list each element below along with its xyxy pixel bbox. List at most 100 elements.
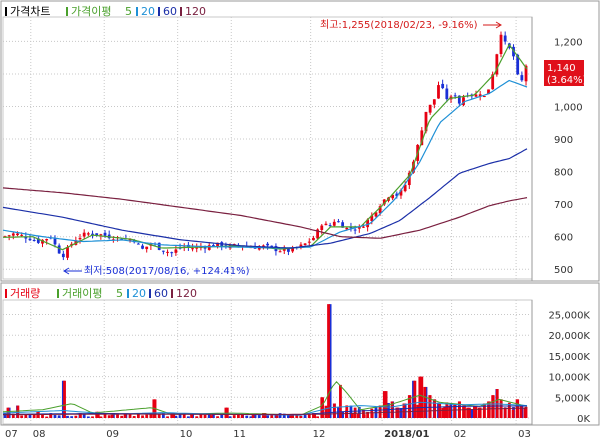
candle-down [32, 240, 36, 242]
candle-down [287, 248, 290, 252]
candle-down [28, 238, 32, 241]
volume-ma120-legend-marker [171, 289, 173, 298]
volume-legend-title: 거래량 [10, 287, 40, 300]
price-ma60-legend-marker [158, 7, 160, 16]
volume-tick-label: 5,000K [555, 393, 591, 404]
volume-bar-down [186, 416, 190, 418]
volume-bar-spike [413, 380, 417, 418]
volume-ma20-legend: 20 [132, 287, 146, 300]
volume-bar-down [28, 414, 32, 418]
candle-up [82, 232, 86, 237]
volume-plot-area [2, 299, 533, 425]
candle-up [45, 238, 49, 241]
candle-up [11, 233, 15, 236]
candle-up [145, 246, 149, 250]
candle-up [66, 246, 69, 258]
volume-bar-spike [362, 414, 366, 418]
volume-bar-spike [503, 407, 507, 418]
candle-up [345, 227, 349, 230]
candle-down [203, 247, 207, 249]
candle-down [141, 245, 144, 249]
candle-up [99, 234, 103, 236]
candle-up [312, 237, 315, 241]
volume-bar-spike [327, 304, 330, 418]
volume-bar-spike [473, 405, 476, 418]
candle-up [428, 104, 432, 113]
volume-tick-label: 0K [577, 414, 590, 425]
candle-down [61, 253, 65, 258]
price-legend: 가격차트 가격이평 5 20 60 120 [5, 5, 206, 18]
price-legend-title: 가격차트 [10, 5, 50, 18]
volume-bar-up [182, 414, 186, 418]
volume-bar-spike [190, 414, 193, 418]
candle-up [166, 251, 169, 253]
candle-up [86, 233, 90, 235]
candle-down [328, 225, 332, 227]
candle-down [520, 75, 524, 81]
volume-bar-spike [463, 405, 466, 418]
volume-bar-spike [448, 405, 452, 418]
volume-bar-up [132, 416, 136, 418]
price-ma20-legend: 20 [141, 5, 155, 18]
volume-bar-spike [402, 403, 406, 418]
high-note: 최고:1,255(2018/02/23, -9.16%) [320, 19, 478, 31]
candle-down [57, 245, 61, 254]
x-tick-label: 07 [5, 429, 18, 440]
candle-up [499, 34, 503, 55]
volume-tick-label: 15,000K [548, 352, 590, 363]
volume-bar-down [399, 407, 403, 418]
volume-bar-up [166, 416, 169, 418]
volume-bar-up [74, 415, 78, 418]
current-change: (3.64%) [547, 75, 587, 86]
candle-down [441, 83, 445, 89]
volume-bar-down [228, 416, 232, 418]
volume-bar-spike [321, 397, 324, 418]
volume-bar-up [136, 414, 140, 418]
volume-bar-spike [523, 407, 527, 418]
volume-bar-up [99, 416, 103, 418]
current-value-box: 1,140 (3.64%) [544, 60, 587, 86]
volume-bar-up [237, 414, 240, 418]
volume-bar-spike [378, 405, 382, 418]
candle-down [266, 243, 269, 246]
volume-bar-spike [289, 415, 293, 418]
price-ma60-legend: 60 [163, 5, 177, 18]
candle-up [332, 221, 336, 226]
candle-up [278, 251, 282, 253]
volume-ma60-legend-marker [149, 289, 151, 298]
price-ma120-legend: 120 [185, 5, 206, 18]
price-tick-label: 800 [554, 168, 573, 179]
volume-bar-up [120, 415, 124, 418]
volume-ma60-legend: 60 [154, 287, 168, 300]
volume-bar-down [86, 416, 90, 418]
volume-bar-up [216, 416, 219, 418]
price-ma5-legend: 5 [125, 5, 132, 18]
candle-down [503, 35, 507, 42]
x-tick-label: 02 [454, 429, 467, 440]
volume-bar-down [70, 416, 74, 418]
candle-up [362, 226, 365, 228]
candle-up [191, 248, 194, 250]
candle-up [78, 237, 82, 240]
volume-bar-spike [333, 403, 336, 418]
volume-bar-spike [511, 409, 515, 418]
volume-ma-legend-label: 거래이평 [62, 287, 102, 300]
volume-bar-spike [251, 414, 255, 418]
price-tick-label: 500 [554, 265, 573, 276]
x-tick-label: 08 [33, 429, 46, 440]
price-tick-label: 600 [554, 233, 573, 244]
price-ma20-legend-marker [136, 7, 138, 16]
volume-bar-spike [384, 391, 388, 418]
volume-bar-down [278, 413, 282, 418]
price-tick-label: 900 [554, 135, 573, 146]
volume-bar-spike [339, 384, 342, 418]
x-tick-label: 2018/01 [384, 429, 429, 440]
volume-bar-spike [210, 415, 213, 418]
volume-bar-up [107, 415, 111, 418]
x-tick-label: 12 [313, 429, 326, 440]
candle-down [103, 232, 107, 236]
candle-up [324, 223, 328, 226]
volume-bar-down [303, 414, 307, 418]
volume-bar-up [128, 414, 132, 418]
volume-bar-down [374, 406, 378, 418]
